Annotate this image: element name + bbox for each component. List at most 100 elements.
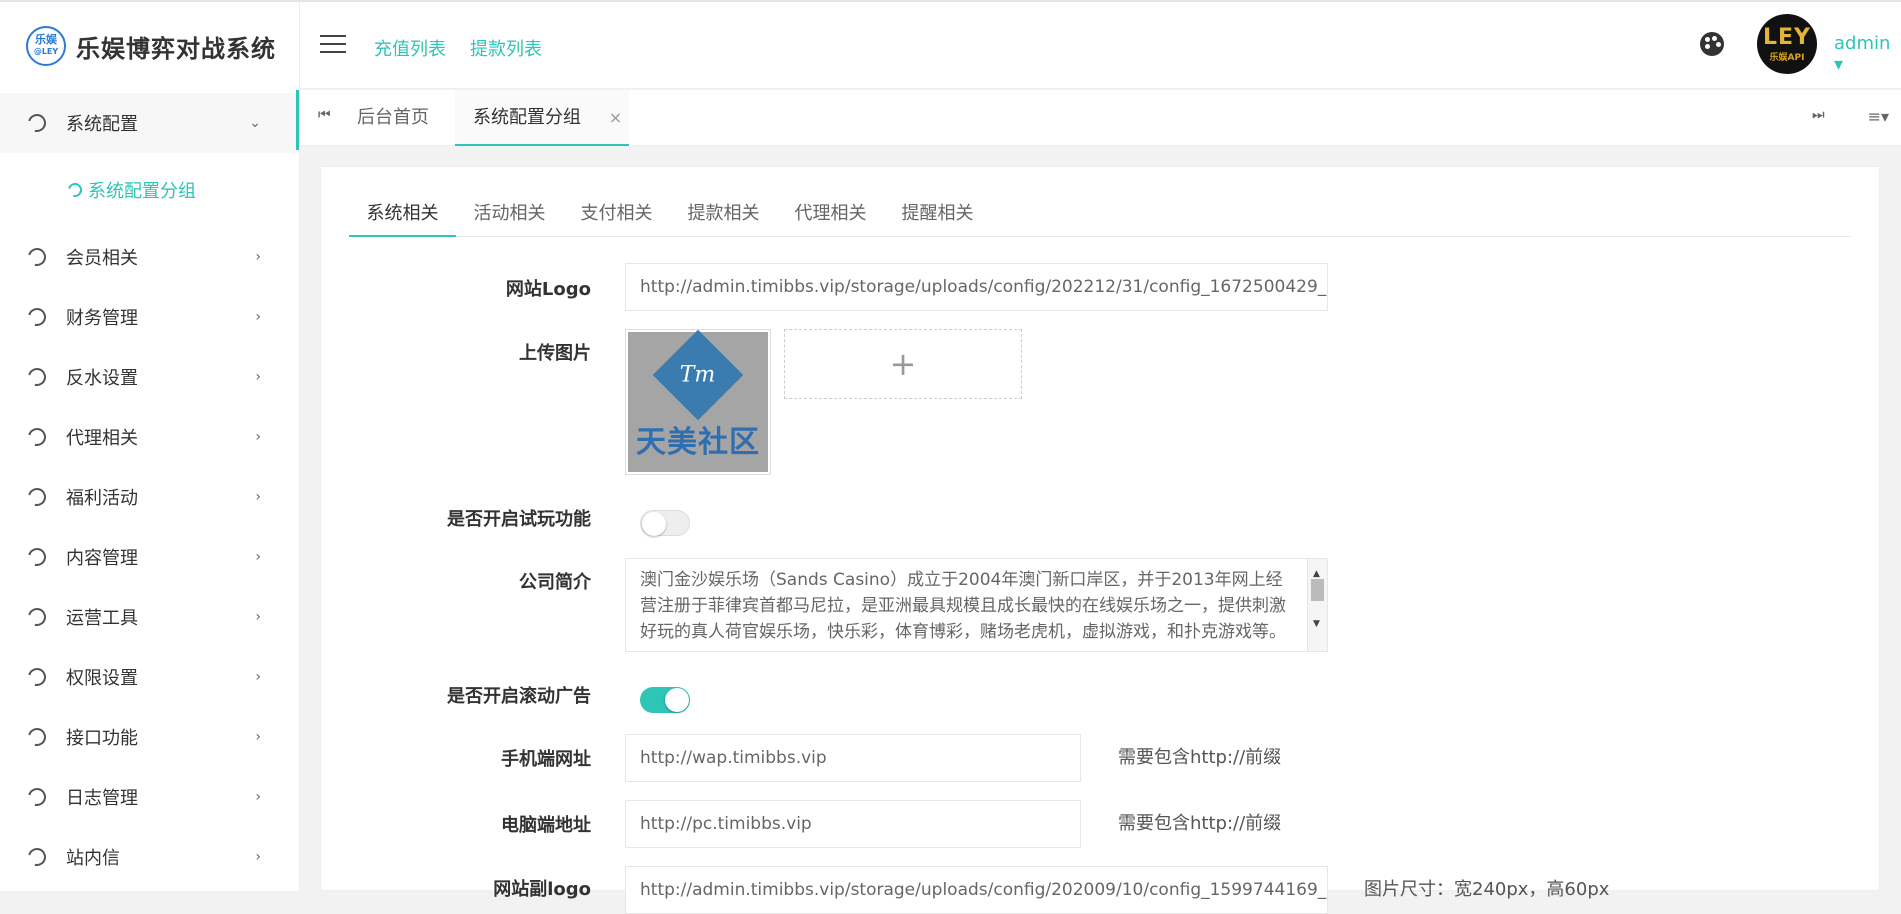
trial-label: 是否开启试玩功能	[447, 509, 591, 530]
menu-circle-icon	[24, 784, 50, 810]
sidebar-item-label: 福利活动	[66, 488, 138, 509]
scroll-thumb[interactable]	[1311, 579, 1324, 601]
brand-logo-subtext: @LEY	[33, 47, 59, 56]
upload-label: 上传图片	[519, 343, 591, 364]
scroll-ad-toggle[interactable]	[640, 687, 690, 713]
config-subtabs: 系统相关 活动相关 支付相关 提款相关 代理相关 提醒相关	[349, 191, 1851, 237]
pc-url-input[interactable]: http://pc.timibbs.vip	[625, 800, 1081, 848]
brand: 乐娱 @LEY 乐娱博弈对战系统	[0, 2, 299, 90]
menu-circle-icon	[24, 844, 50, 870]
subtab-payment[interactable]: 支付相关	[563, 191, 670, 237]
logo-url-input[interactable]: http://admin.timibbs.vip/storage/uploads…	[625, 263, 1328, 311]
sidebar-item-ops-tools[interactable]: 运营工具 ›	[0, 587, 299, 647]
chevron-right-icon: ›	[255, 309, 261, 325]
avatar-subtext: 乐娱API	[1769, 52, 1805, 63]
sidebar-item-label: 日志管理	[66, 788, 138, 809]
tab-label: 后台首页	[357, 107, 429, 128]
subtab-withdrawal[interactable]: 提款相关	[670, 191, 777, 237]
chevron-right-icon: ›	[255, 429, 261, 445]
chevron-right-icon: ›	[255, 249, 261, 265]
sidebar-item-logs[interactable]: 日志管理 ›	[0, 767, 299, 827]
header-link-deposits[interactable]: 充值列表	[374, 35, 446, 61]
menu-circle-icon	[24, 424, 50, 450]
pc-url-label: 电脑端地址	[501, 815, 591, 836]
sidebar-item-promotions[interactable]: 福利活动 ›	[0, 467, 299, 527]
tabs-menu-icon[interactable]: ≡▾	[1868, 107, 1889, 126]
subtab-agent[interactable]: 代理相关	[777, 191, 884, 237]
sidebar-item-label: 系统配置	[66, 114, 138, 135]
tabbar-accent	[296, 90, 299, 150]
upload-add-button[interactable]: +	[784, 329, 1022, 399]
sidebar-item-system-config[interactable]: 系统配置 ⌄	[0, 93, 299, 153]
menu-circle-icon	[24, 364, 50, 390]
header-link-withdrawals[interactable]: 提款列表	[470, 35, 542, 61]
intro-text: 澳门金沙娱乐场（Sands Casino）成立于2004年澳门新口岸区，并于20…	[640, 570, 1286, 642]
chevron-right-icon: ›	[255, 609, 261, 625]
menu-circle-icon	[24, 244, 50, 270]
scroll-ad-label: 是否开启滚动广告	[447, 686, 591, 707]
sublogo-tip: 图片尺寸：宽240px，高60px	[1364, 879, 1610, 900]
chevron-right-icon: ›	[255, 849, 261, 865]
chevron-right-icon: ›	[255, 729, 261, 745]
sidebar-item-label: 反水设置	[66, 368, 138, 389]
sidebar-item-content[interactable]: 内容管理 ›	[0, 527, 299, 587]
logo-label: 网站Logo	[505, 279, 591, 300]
scroll-down-icon[interactable]: ▼	[1313, 611, 1320, 637]
subtab-reminder[interactable]: 提醒相关	[884, 191, 991, 237]
sidebar-item-label: 代理相关	[66, 428, 138, 449]
trial-toggle[interactable]	[640, 510, 690, 536]
brand-logo: 乐娱 @LEY	[26, 26, 66, 66]
chevron-right-icon: ›	[255, 669, 261, 685]
sidebar-item-members[interactable]: 会员相关 ›	[0, 227, 299, 287]
logo-mark: Tm	[680, 362, 716, 388]
toggle-knob	[642, 512, 666, 536]
sidebar-menu: 系统配置 ⌄ 系统配置分组 会员相关 › 财务管理 › 反水设置 › 代理相关 …	[0, 93, 299, 887]
sidebar-item-label: 财务管理	[66, 308, 138, 329]
close-icon[interactable]: ×	[609, 108, 622, 127]
sidebar-item-api[interactable]: 接口功能 ›	[0, 707, 299, 767]
tab-config-group[interactable]: 系统配置分组 ×	[455, 90, 629, 146]
logo-diamond: Tm	[652, 329, 744, 421]
toggle-knob	[665, 688, 689, 712]
chevron-right-icon: ›	[255, 369, 261, 385]
sublogo-url-input[interactable]: http://admin.timibbs.vip/storage/uploads…	[625, 866, 1328, 914]
menu-circle-icon	[24, 110, 50, 136]
tabs-prev-icon[interactable]: ⏮	[318, 107, 331, 123]
uploaded-logo-image[interactable]: Tm 天美社区	[625, 329, 771, 475]
menu-circle-icon	[24, 484, 50, 510]
subtab-system[interactable]: 系统相关	[349, 191, 456, 237]
pc-url-tip: 需要包含http://前缀	[1118, 813, 1282, 834]
hamburger-menu-icon[interactable]	[320, 35, 346, 53]
sidebar-item-messages[interactable]: 站内信 ›	[0, 827, 299, 887]
sidebar-item-agents[interactable]: 代理相关 ›	[0, 407, 299, 467]
sidebar-item-label: 站内信	[66, 848, 120, 869]
chevron-right-icon: ›	[255, 789, 261, 805]
user-menu[interactable]: admin ▾	[1834, 33, 1901, 75]
avatar[interactable]: LEY 乐娱API	[1757, 14, 1817, 74]
subtab-activity[interactable]: 活动相关	[456, 191, 563, 237]
menu-circle-icon	[65, 180, 85, 200]
sidebar: 乐娱 @LEY 乐娱博弈对战系统 系统配置 ⌄ 系统配置分组 会员相关 › 财务…	[0, 2, 300, 891]
menu-circle-icon	[24, 304, 50, 330]
brand-logo-text: 乐娱	[35, 33, 57, 46]
sidebar-item-label: 会员相关	[66, 248, 138, 269]
sublogo-label: 网站副logo	[493, 879, 591, 900]
top-header: 充值列表 提款列表 LEY 乐娱API admin ▾	[300, 2, 1901, 89]
mobile-url-input[interactable]: http://wap.timibbs.vip	[625, 734, 1081, 782]
sidebar-item-rebate[interactable]: 反水设置 ›	[0, 347, 299, 407]
sidebar-subitem-config-group[interactable]: 系统配置分组	[0, 153, 299, 227]
chevron-down-icon: ⌄	[249, 115, 261, 131]
sidebar-item-permissions[interactable]: 权限设置 ›	[0, 647, 299, 707]
sidebar-item-label: 运营工具	[66, 608, 138, 629]
tab-home[interactable]: 后台首页	[340, 90, 446, 146]
sidebar-item-finance[interactable]: 财务管理 ›	[0, 287, 299, 347]
chevron-right-icon: ›	[255, 489, 261, 505]
intro-textarea[interactable]: 澳门金沙娱乐场（Sands Casino）成立于2004年澳门新口岸区，并于20…	[625, 558, 1328, 652]
palette-icon[interactable]	[1700, 32, 1724, 56]
avatar-text: LEY	[1763, 24, 1811, 50]
tabs-next-icon[interactable]: ⏭	[1812, 107, 1825, 123]
menu-circle-icon	[24, 724, 50, 750]
textarea-scrollbar[interactable]: ▲ ▼	[1307, 559, 1327, 651]
sidebar-subitem-label: 系统配置分组	[88, 181, 196, 202]
menu-circle-icon	[24, 604, 50, 630]
